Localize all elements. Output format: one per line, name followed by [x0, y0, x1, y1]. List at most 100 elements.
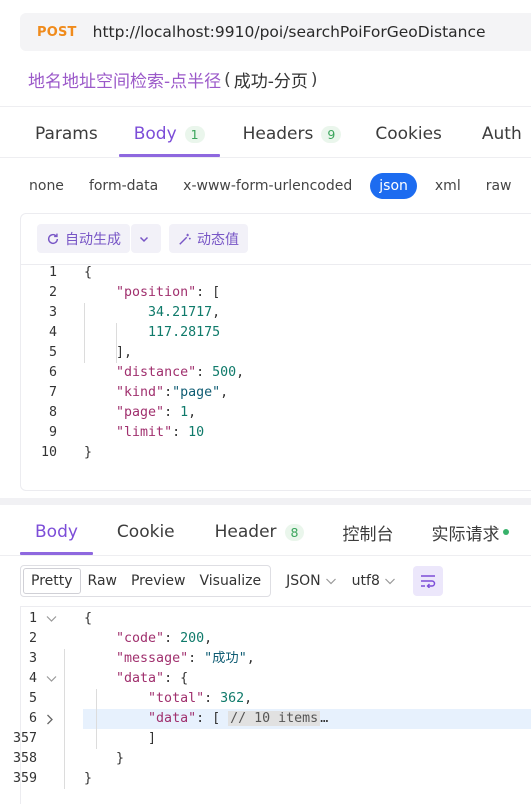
view-raw-button[interactable]: Raw	[81, 568, 124, 594]
body-type-raw[interactable]: raw	[486, 178, 512, 194]
response-tab-header[interactable]: Header 8	[215, 509, 305, 555]
body-type-x-www-form-urlencoded[interactable]: x-www-form-urlencoded	[183, 178, 352, 194]
chevron-down-icon	[384, 578, 395, 585]
status-dot	[503, 529, 510, 535]
code-token: :	[164, 385, 173, 400]
code-line[interactable]: 2 "position": [	[21, 283, 531, 303]
request-body-editor[interactable]: 自动生成 动态值 1{2 "position": [3 34.21717, 4 1…	[20, 213, 531, 491]
code-token: 10	[188, 425, 205, 440]
line-number: 359	[12, 771, 37, 786]
auto-generate-label: 自动生成	[65, 231, 121, 248]
request-code-area[interactable]: 1{2 "position": [3 34.21717, 4 117.28175 5…	[21, 263, 531, 463]
code-token: 500	[212, 365, 237, 380]
code-line[interactable]: 3 34.21717,	[21, 303, 531, 323]
response-tabs: Body Cookie Header 8 控制台 实际请求	[0, 509, 510, 555]
format-dropdown[interactable]: JSON	[286, 573, 337, 589]
code-token: "data"	[116, 671, 165, 686]
fold-open-icon[interactable]	[46, 609, 57, 629]
collapsed-items-chip[interactable]: // 10 items	[228, 711, 321, 726]
code-line[interactable]: 10}	[21, 443, 531, 463]
code-line[interactable]: 2 "code": 200,	[1, 629, 531, 649]
tab-params[interactable]: Params	[35, 111, 98, 157]
body-type-form-data[interactable]: form-data	[89, 178, 158, 194]
auto-generate-button[interactable]: 自动生成	[37, 224, 130, 253]
request-url-bar[interactable]: POST http://localhost:9910/poi/searchPoi…	[20, 13, 531, 51]
code-line[interactable]: 4 117.28175	[21, 323, 531, 343]
body-type-none[interactable]: none	[29, 178, 64, 194]
auto-generate-dropdown[interactable]	[131, 224, 161, 253]
chevron-down-icon	[139, 236, 148, 242]
http-method-label[interactable]: POST	[37, 25, 77, 40]
response-tab-cookie[interactable]: Cookie	[117, 509, 175, 555]
response-tab-actual-request[interactable]: 实际请求	[431, 509, 510, 555]
code-line[interactable]: 1{	[1, 609, 531, 629]
indent-guide	[96, 689, 97, 749]
code-line[interactable]: 6 "distance": 500,	[21, 363, 531, 383]
word-wrap-button[interactable]	[412, 566, 443, 596]
tab-label: Auth	[481, 124, 522, 144]
code-line[interactable]: 358 }	[1, 749, 531, 769]
line-number: 4	[28, 671, 37, 686]
tab-auth[interactable]: Auth	[482, 111, 522, 157]
response-tab-console[interactable]: 控制台	[342, 509, 393, 555]
code-line[interactable]: 6 "data": [ // 10 items…	[1, 709, 531, 729]
code-line[interactable]: 5 "total": 362,	[1, 689, 531, 709]
code-token: "code"	[116, 631, 165, 646]
chevron-down-icon	[325, 578, 336, 585]
code-line[interactable]: 5 ],	[21, 343, 531, 363]
code-text: "data": [ // 10 items…	[84, 709, 328, 729]
fold-closed-icon[interactable]	[46, 709, 54, 729]
code-token: "distance"	[116, 365, 197, 380]
response-tab-body[interactable]: Body	[20, 509, 93, 555]
api-name[interactable]: 地名地址空间检索-点半径	[28, 67, 221, 92]
line-number: 9	[48, 425, 57, 440]
response-code-area[interactable]: 1{2 "code": 200, 3 "message": "成功", 4 "dat…	[1, 609, 531, 789]
request-url-input[interactable]: http://localhost:9910/poi/searchPoiForGe…	[93, 23, 486, 41]
code-line[interactable]: 4 "data": {	[1, 669, 531, 689]
body-type-json[interactable]: json	[370, 173, 417, 199]
code-text: "message": "成功",	[84, 649, 255, 669]
response-body-viewer[interactable]: 1 {2 "code": 200, 3 "message": "成功", 4 "dat…	[13, 606, 531, 804]
code-line[interactable]: 359}	[1, 769, 531, 789]
code-line[interactable]: 7 "kind":"page",	[21, 383, 531, 403]
fold-open-icon[interactable]	[46, 669, 57, 689]
code-token: :	[204, 691, 221, 706]
code-line[interactable]: 1{	[21, 263, 531, 283]
line-number: 3	[28, 651, 37, 666]
code-line[interactable]: 8 "page": 1,	[21, 403, 531, 423]
code-line[interactable]: 357 ]	[1, 729, 531, 749]
tab-body[interactable]: Body 1	[118, 111, 220, 157]
view-pretty-button[interactable]: Pretty	[23, 568, 81, 594]
code-token: ]	[84, 731, 157, 746]
tab-badge: 9	[321, 125, 342, 143]
view-preview-button[interactable]: Preview	[124, 568, 193, 594]
dynamic-value-label: 动态值	[197, 231, 239, 248]
line-number: 10	[40, 445, 57, 460]
code-token: "成功"	[204, 651, 247, 666]
line-number: 357	[12, 731, 37, 746]
tab-headers[interactable]: Headers 9	[243, 111, 342, 157]
body-type-xml[interactable]: xml	[435, 178, 461, 194]
code-token: }	[84, 445, 93, 460]
code-line[interactable]: 9 "limit": 10	[21, 423, 531, 443]
code-token: {	[84, 265, 93, 280]
code-text: "code": 200,	[84, 629, 212, 649]
code-token: ,	[236, 365, 245, 380]
dynamic-value-button[interactable]: 动态值	[169, 224, 248, 253]
code-text: 117.28175	[84, 323, 220, 343]
code-token: : {	[164, 671, 189, 686]
code-token: :	[164, 405, 181, 420]
encoding-dropdown[interactable]: utf8	[352, 573, 396, 589]
api-title-close-paren: )	[310, 69, 318, 90]
view-visualize-button[interactable]: Visualize	[192, 568, 268, 594]
response-view-switch: Pretty Raw Preview Visualize	[20, 565, 272, 597]
code-token: ,	[220, 385, 229, 400]
tab-cookies[interactable]: Cookies	[375, 111, 442, 157]
code-line[interactable]: 3 "message": "成功",	[1, 649, 531, 669]
code-token: 200	[180, 631, 205, 646]
